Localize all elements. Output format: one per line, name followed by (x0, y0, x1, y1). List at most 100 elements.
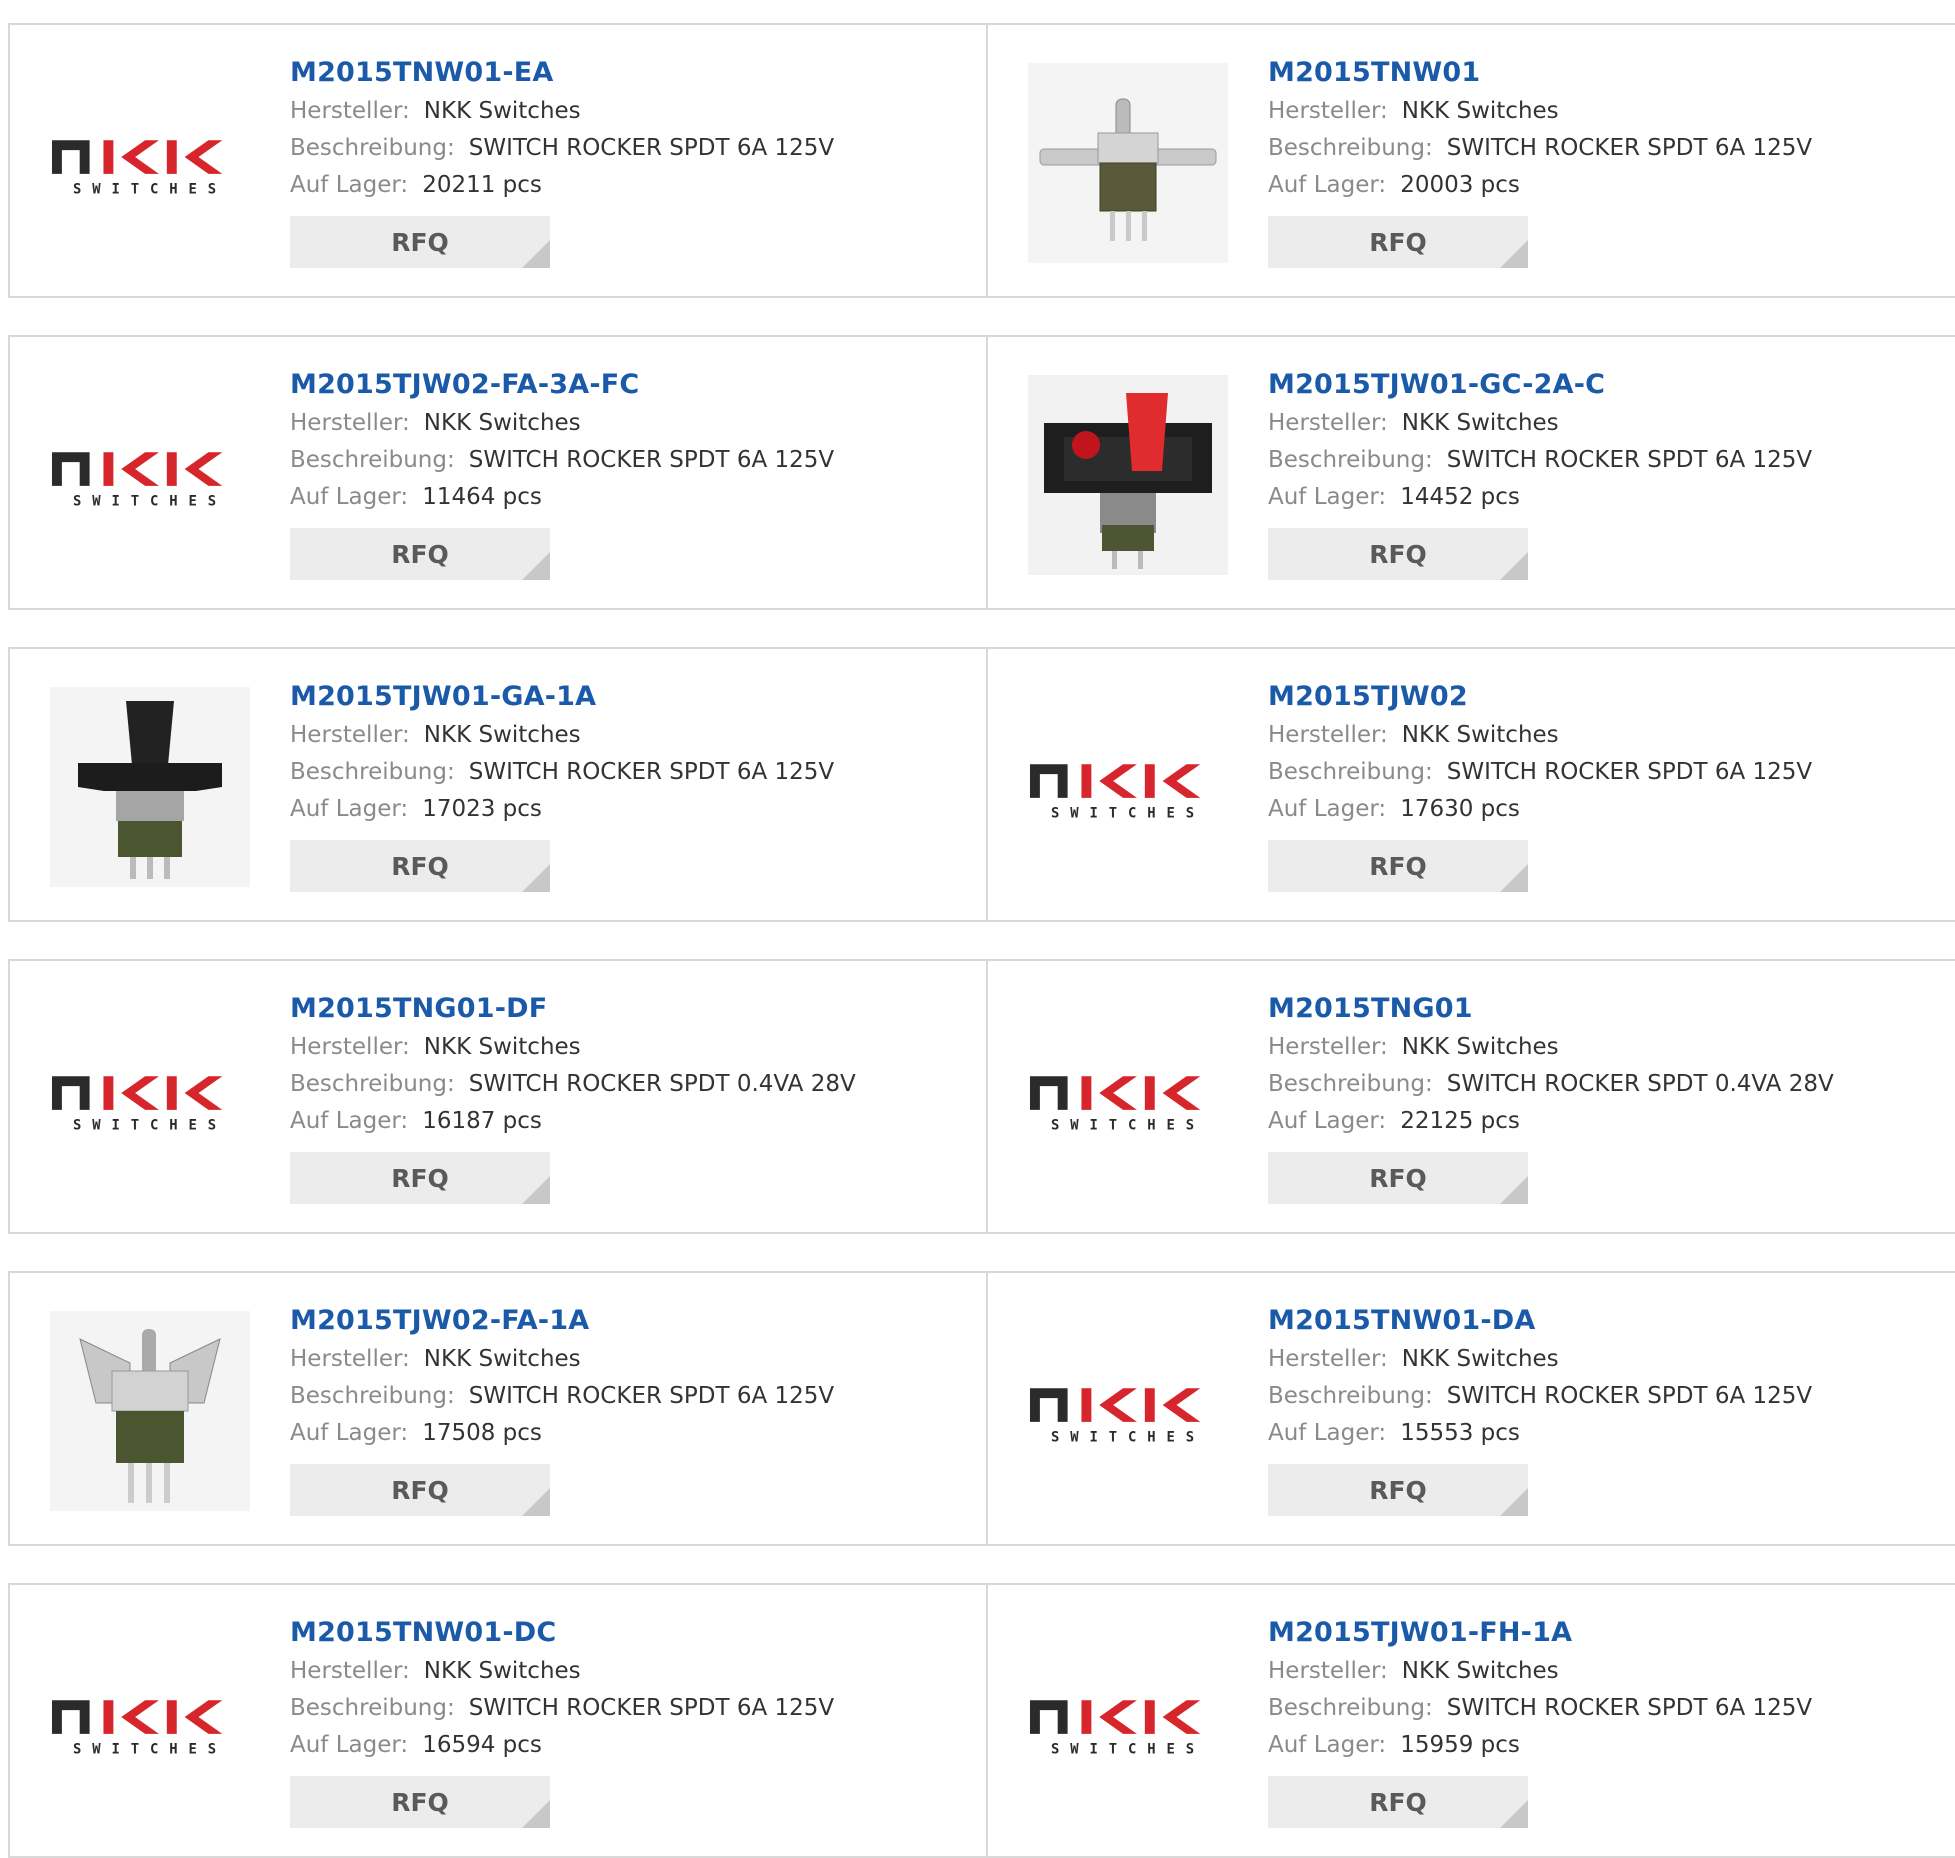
nkk-switches-logo: SWITCHES (51, 1700, 223, 1758)
manufacturer-value: NKK Switches (423, 98, 581, 124)
manufacturer-label: Hersteller: (290, 98, 410, 124)
stock-line: Auf Lager: 15553 pcs (1268, 1415, 1812, 1452)
product-row: M2015TJW02-FA-1A Hersteller: NKK Switches… (8, 1271, 1955, 1546)
manufacturer-line: Hersteller: NKK Switches (290, 405, 834, 442)
description-value: SWITCH ROCKER SPDT 6A 125V (1446, 135, 1813, 161)
part-number-link[interactable]: M2015TJW01-GA-1A (290, 677, 834, 717)
product-info: M2015TNW01-EA Hersteller: NKK Switches Be… (290, 53, 834, 268)
part-number-link[interactable]: M2015TJW02-FA-1A (290, 1301, 834, 1341)
rfq-button[interactable]: RFQ (290, 528, 550, 580)
product-info: M2015TNW01-DA Hersteller: NKK Switches Be… (1268, 1301, 1812, 1516)
corner-triangle-icon (1500, 1800, 1528, 1828)
manufacturer-label: Hersteller: (290, 410, 410, 436)
part-number-link[interactable]: M2015TNW01-DA (1268, 1301, 1812, 1341)
description-label: Beschreibung: (1268, 759, 1433, 785)
product-image[interactable] (1028, 375, 1228, 575)
product-info: M2015TNW01-DC Hersteller: NKK Switches Be… (290, 1613, 834, 1828)
manufacturer-label: Hersteller: (1268, 98, 1388, 124)
rfq-button[interactable]: RFQ (290, 1464, 550, 1516)
rfq-label: RFQ (391, 1787, 449, 1817)
description-label: Beschreibung: (1268, 135, 1433, 161)
description-label: Beschreibung: (290, 1071, 455, 1097)
stock-value: 22125 pcs (1400, 1108, 1520, 1134)
description-label: Beschreibung: (290, 1383, 455, 1409)
description-value: SWITCH ROCKER SPDT 6A 125V (468, 759, 835, 785)
product-info: M2015TJW02-FA-1A Hersteller: NKK Switches… (290, 1301, 834, 1516)
rfq-button[interactable]: RFQ (290, 1776, 550, 1828)
description-line: Beschreibung: SWITCH ROCKER SPDT 6A 125V (1268, 754, 1812, 791)
part-number-link[interactable]: M2015TNW01-EA (290, 53, 834, 93)
manufacturer-value: NKK Switches (1401, 1658, 1559, 1684)
rfq-button[interactable]: RFQ (290, 1152, 550, 1204)
rfq-button[interactable]: RFQ (1268, 840, 1528, 892)
manufacturer-value: NKK Switches (423, 1658, 581, 1684)
logo-text: SWITCHES (73, 182, 227, 198)
rfq-button[interactable]: RFQ (290, 216, 550, 268)
description-label: Beschreibung: (1268, 447, 1433, 473)
rfq-button[interactable]: RFQ (1268, 1776, 1528, 1828)
product-row: SWITCHES M2015TNW01-DC Hersteller: NKK Sw… (8, 1583, 1955, 1858)
manufacturer-label: Hersteller: (290, 1346, 410, 1372)
manufacturer-value: NKK Switches (423, 722, 581, 748)
product-image[interactable]: SWITCHES (50, 999, 250, 1199)
product-image[interactable]: SWITCHES (1028, 999, 1228, 1199)
manufacturer-line: Hersteller: NKK Switches (1268, 1341, 1812, 1378)
product-image[interactable]: SWITCHES (50, 1623, 250, 1823)
nkk-switches-logo: SWITCHES (51, 1076, 223, 1134)
part-number-link[interactable]: M2015TNW01 (1268, 53, 1812, 93)
product-info: M2015TNW01 Hersteller: NKK Switches Besch… (1268, 53, 1812, 268)
product-image[interactable] (1028, 63, 1228, 263)
part-number-link[interactable]: M2015TNG01 (1268, 989, 1834, 1029)
description-line: Beschreibung: SWITCH ROCKER SPDT 6A 125V (290, 442, 834, 479)
rfq-button[interactable]: RFQ (1268, 216, 1528, 268)
rfq-label: RFQ (1369, 1163, 1427, 1193)
stock-label: Auf Lager: (290, 1420, 409, 1446)
manufacturer-label: Hersteller: (1268, 1658, 1388, 1684)
part-number-link[interactable]: M2015TJW01-FH-1A (1268, 1613, 1812, 1653)
stock-label: Auf Lager: (1268, 1108, 1387, 1134)
product-card: SWITCHES M2015TNW01-DA Hersteller: NKK Sw… (988, 1273, 1955, 1544)
logo-text: SWITCHES (1051, 1742, 1205, 1758)
product-image[interactable]: SWITCHES (1028, 1623, 1228, 1823)
part-number-link[interactable]: M2015TJW02 (1268, 677, 1812, 717)
product-row: SWITCHES M2015TJW02-FA-3A-FC Hersteller:… (8, 335, 1955, 610)
nkk-switches-logo: SWITCHES (1029, 1076, 1201, 1134)
description-line: Beschreibung: SWITCH ROCKER SPDT 6A 125V (290, 1378, 834, 1415)
black-paddle-switch-photo (50, 687, 250, 887)
product-card: M2015TJW01-GA-1A Hersteller: NKK Switches… (10, 649, 988, 920)
product-card: M2015TJW01-GC-2A-C Hersteller: NKK Switch… (988, 337, 1955, 608)
stock-label: Auf Lager: (1268, 796, 1387, 822)
rfq-button[interactable]: RFQ (1268, 1464, 1528, 1516)
part-number-link[interactable]: M2015TJW02-FA-3A-FC (290, 365, 834, 405)
part-number-link[interactable]: M2015TNG01-DF (290, 989, 856, 1029)
stock-line: Auf Lager: 15959 pcs (1268, 1727, 1812, 1764)
product-image[interactable]: SWITCHES (50, 63, 250, 263)
product-image[interactable]: SWITCHES (1028, 687, 1228, 887)
part-number-link[interactable]: M2015TNW01-DC (290, 1613, 834, 1653)
manufacturer-value: NKK Switches (1401, 1346, 1559, 1372)
product-image[interactable]: SWITCHES (50, 375, 250, 575)
product-card: M2015TNW01 Hersteller: NKK Switches Besch… (988, 25, 1955, 296)
stock-value: 16187 pcs (422, 1108, 542, 1134)
part-number-link[interactable]: M2015TJW01-GC-2A-C (1268, 365, 1812, 405)
product-row: M2015TJW01-GA-1A Hersteller: NKK Switches… (8, 647, 1955, 922)
stock-line: Auf Lager: 16187 pcs (290, 1103, 856, 1140)
manufacturer-line: Hersteller: NKK Switches (290, 1653, 834, 1690)
stock-line: Auf Lager: 20211 pcs (290, 167, 834, 204)
rfq-button[interactable]: RFQ (1268, 1152, 1528, 1204)
rfq-button[interactable]: RFQ (1268, 528, 1528, 580)
description-label: Beschreibung: (290, 135, 455, 161)
rfq-label: RFQ (391, 539, 449, 569)
product-row: SWITCHES M2015TNG01-DF Hersteller: NKK Sw… (8, 959, 1955, 1234)
corner-triangle-icon (522, 552, 550, 580)
rfq-button[interactable]: RFQ (290, 840, 550, 892)
manufacturer-value: NKK Switches (1401, 410, 1559, 436)
product-image[interactable] (50, 687, 250, 887)
description-label: Beschreibung: (290, 759, 455, 785)
product-image[interactable]: SWITCHES (1028, 1311, 1228, 1511)
description-line: Beschreibung: SWITCH ROCKER SPDT 6A 125V (290, 1690, 834, 1727)
product-image[interactable] (50, 1311, 250, 1511)
stock-value: 17508 pcs (422, 1420, 542, 1446)
manufacturer-line: Hersteller: NKK Switches (1268, 405, 1812, 442)
manufacturer-line: Hersteller: NKK Switches (1268, 1029, 1834, 1066)
